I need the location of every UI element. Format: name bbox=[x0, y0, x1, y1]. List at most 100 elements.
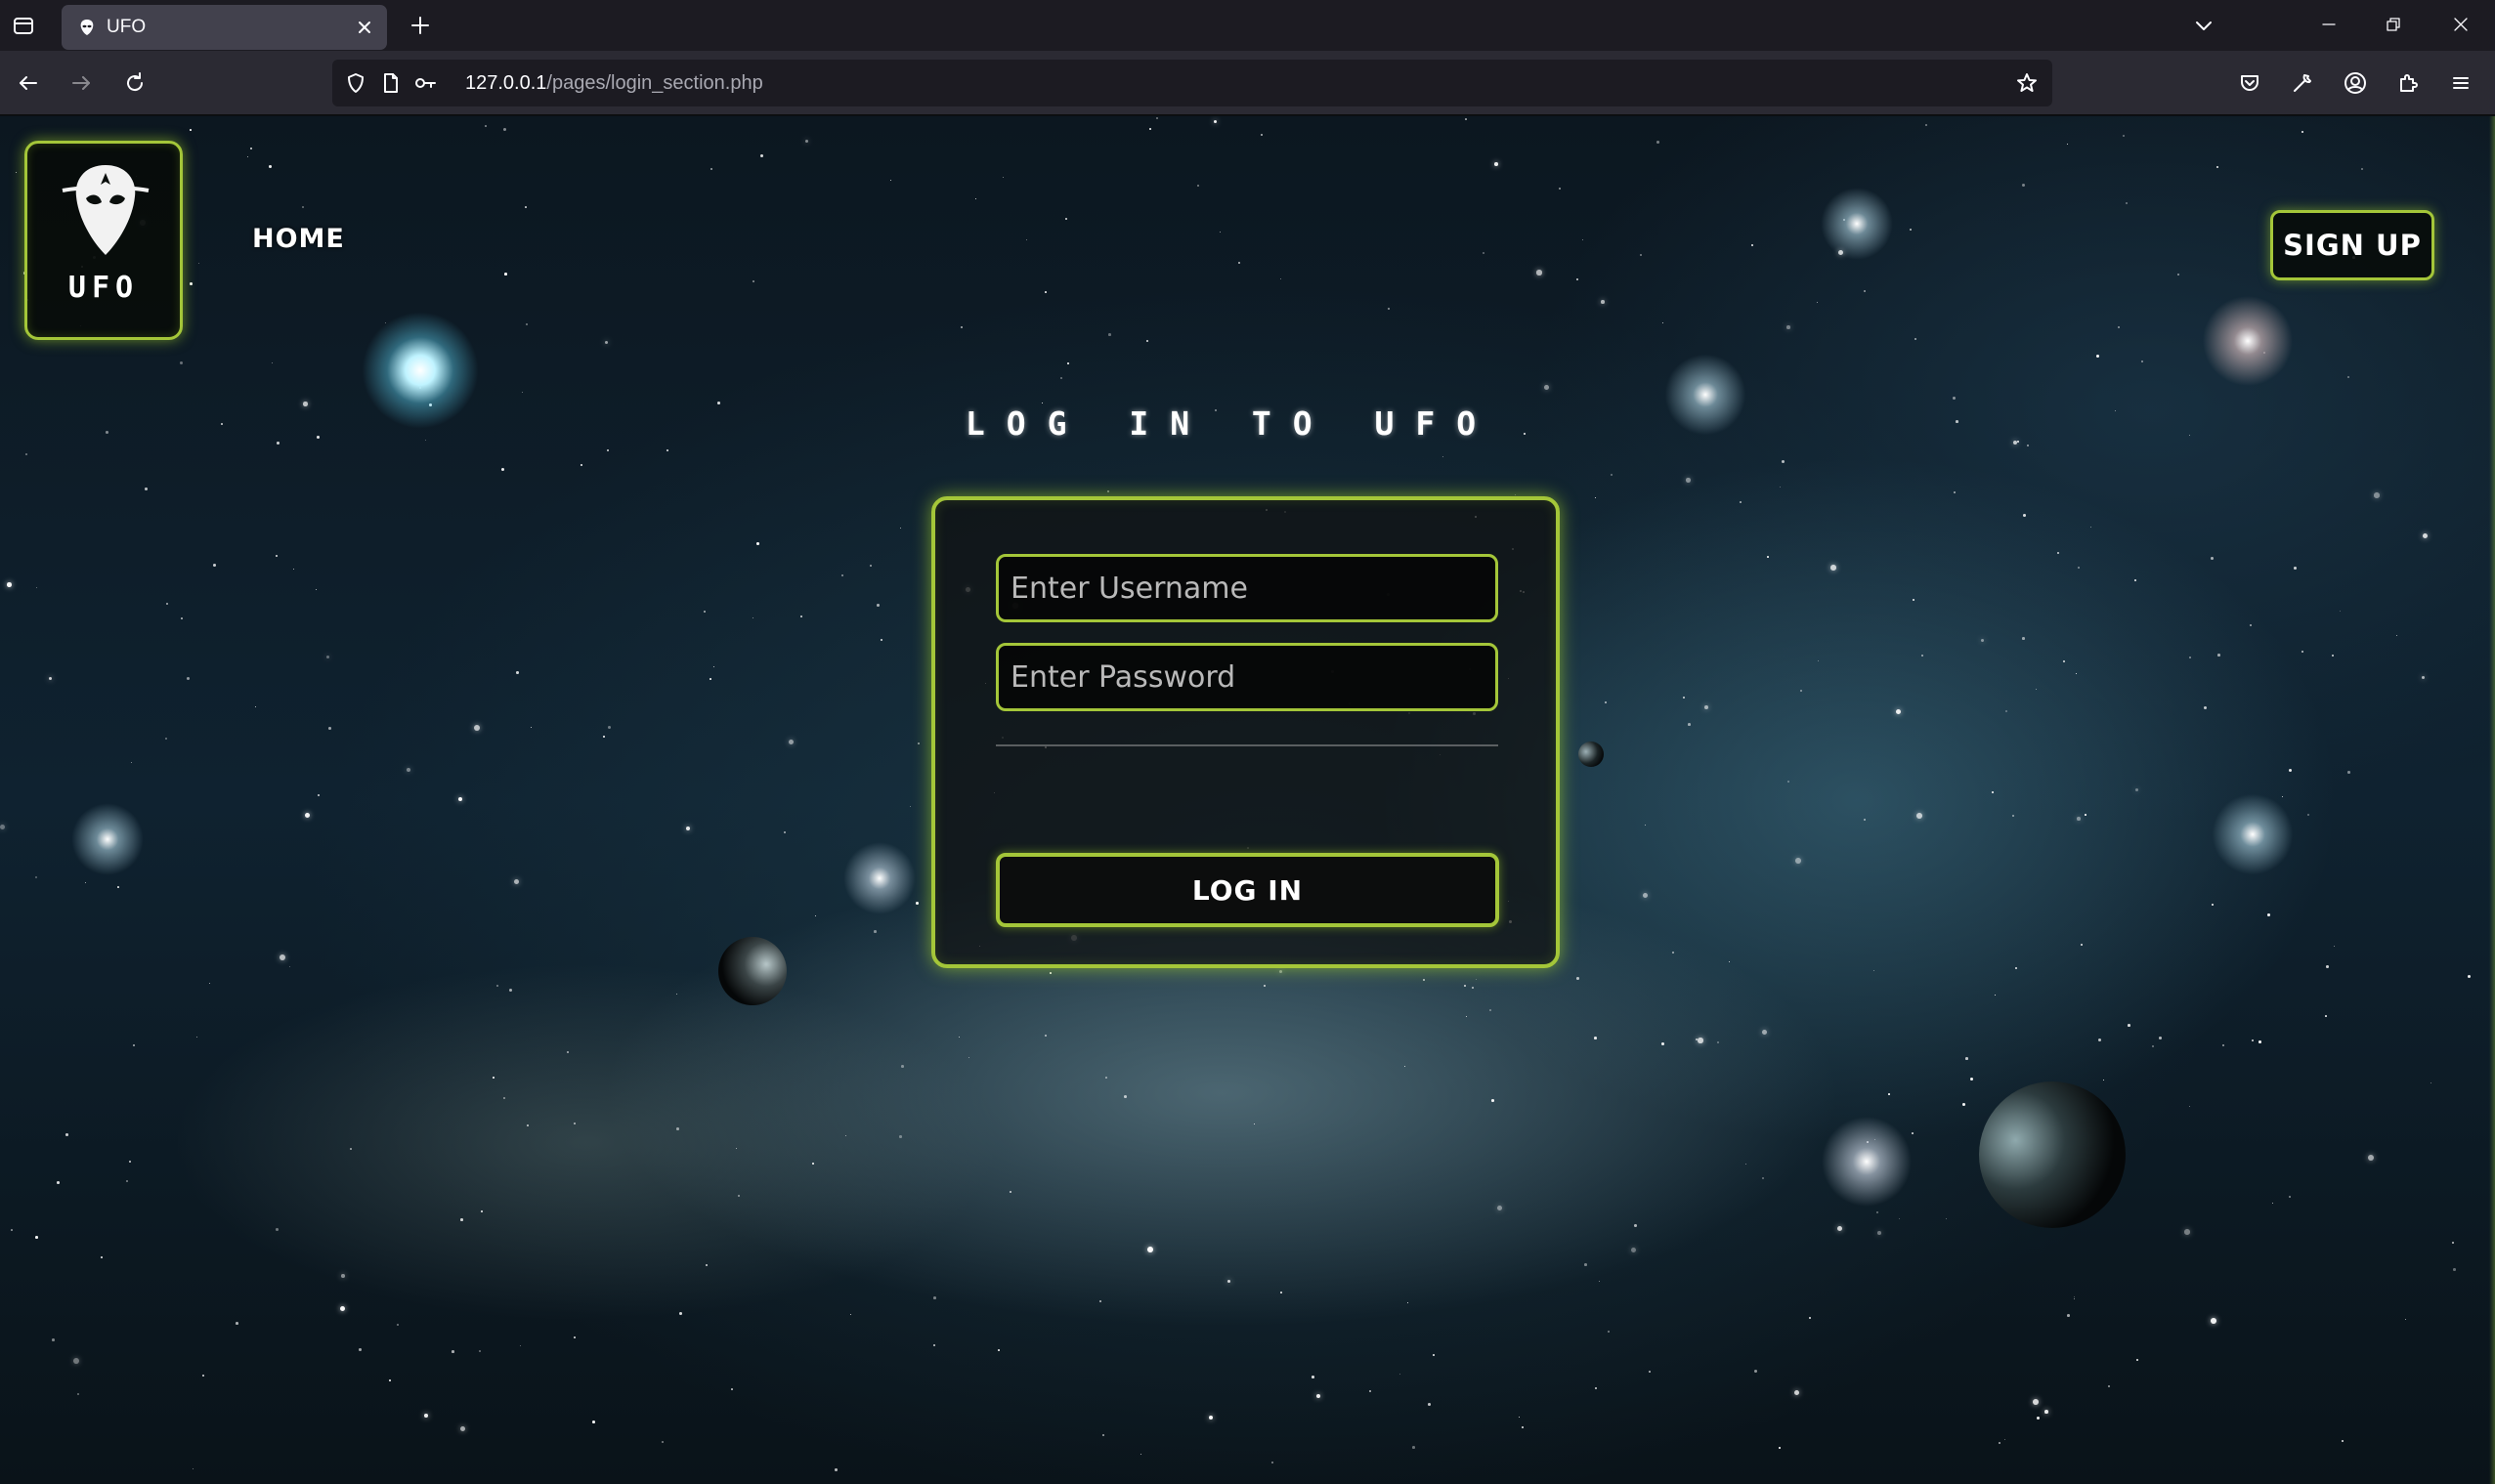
star bbox=[1800, 690, 1802, 692]
star bbox=[213, 564, 216, 567]
star bbox=[516, 671, 519, 674]
star bbox=[874, 930, 877, 933]
star bbox=[2289, 1196, 2291, 1198]
list-all-tabs-button[interactable] bbox=[2184, 8, 2223, 43]
page-viewport: UFO HOME SIGN UP LOG IN TO UFO LOG IN bbox=[0, 116, 2495, 1484]
star bbox=[676, 1127, 679, 1130]
scrollbar[interactable] bbox=[2489, 116, 2495, 1484]
star bbox=[165, 738, 168, 741]
star bbox=[662, 1441, 665, 1444]
star bbox=[1045, 1035, 1048, 1038]
star bbox=[1830, 565, 1836, 571]
password-input[interactable] bbox=[996, 643, 1498, 711]
star bbox=[605, 341, 609, 345]
sign-up-button[interactable]: SIGN UP bbox=[2270, 210, 2434, 280]
star bbox=[2258, 1040, 2261, 1043]
star bbox=[2347, 376, 2350, 379]
login-button[interactable]: LOG IN bbox=[996, 853, 1499, 927]
star bbox=[1779, 1447, 1781, 1449]
star bbox=[2289, 769, 2292, 772]
close-window-button[interactable] bbox=[2433, 0, 2488, 49]
star bbox=[890, 180, 892, 182]
star bbox=[1156, 117, 1159, 120]
star bbox=[193, 1468, 194, 1470]
star bbox=[1914, 338, 1917, 341]
star bbox=[77, 1393, 80, 1396]
star bbox=[1045, 291, 1047, 293]
star bbox=[738, 1195, 740, 1197]
star bbox=[198, 263, 200, 265]
star bbox=[1497, 1206, 1503, 1211]
star bbox=[522, 392, 524, 394]
star bbox=[1280, 1292, 1283, 1294]
star bbox=[2126, 202, 2129, 205]
star bbox=[247, 156, 249, 158]
star bbox=[302, 206, 304, 208]
star bbox=[1264, 985, 1267, 988]
star bbox=[2136, 1359, 2139, 1362]
restore-button[interactable] bbox=[2366, 0, 2421, 49]
star bbox=[1412, 1446, 1415, 1449]
bright-star bbox=[840, 839, 919, 917]
star bbox=[1649, 1371, 1651, 1373]
star bbox=[845, 1135, 846, 1136]
address-bar[interactable]: 127.0.0.1/pages/login_section.php bbox=[332, 60, 2052, 106]
new-tab-button[interactable] bbox=[403, 8, 438, 43]
star bbox=[1544, 385, 1549, 390]
star bbox=[679, 1312, 682, 1315]
browser-tab[interactable]: UFO bbox=[62, 5, 387, 50]
page-icon[interactable] bbox=[379, 71, 403, 95]
tab-list-icon[interactable] bbox=[6, 8, 41, 43]
star bbox=[2374, 492, 2380, 498]
username-input[interactable] bbox=[996, 554, 1498, 622]
star bbox=[805, 140, 809, 144]
star bbox=[1220, 232, 1222, 233]
tab-title: UFO bbox=[107, 17, 147, 37]
forward-button[interactable] bbox=[62, 64, 101, 103]
star bbox=[460, 1426, 466, 1432]
star bbox=[1280, 278, 1282, 280]
tab-close-icon[interactable] bbox=[352, 15, 377, 40]
star bbox=[35, 876, 38, 879]
star bbox=[276, 555, 279, 558]
star-icon[interactable] bbox=[2015, 71, 2039, 95]
nav-home-link[interactable]: HOME bbox=[252, 224, 345, 254]
star bbox=[736, 1148, 737, 1149]
star bbox=[1483, 252, 1485, 255]
minimize-button[interactable] bbox=[2301, 0, 2356, 49]
star bbox=[1582, 239, 1584, 241]
star bbox=[2307, 814, 2309, 816]
star bbox=[1953, 397, 1956, 400]
browser-toolbar: 127.0.0.1/pages/login_section.php bbox=[0, 51, 2495, 115]
restore-icon bbox=[2387, 18, 2400, 31]
alien-favicon-icon bbox=[77, 18, 97, 37]
hamburger-menu-icon[interactable] bbox=[2441, 64, 2480, 103]
star bbox=[2067, 144, 2069, 146]
star bbox=[181, 617, 183, 619]
star bbox=[1519, 1417, 1521, 1419]
star bbox=[1686, 478, 1691, 483]
reload-button[interactable] bbox=[115, 64, 154, 103]
star bbox=[1899, 1218, 1901, 1220]
star bbox=[1954, 491, 1956, 493]
key-icon[interactable] bbox=[414, 71, 438, 95]
star bbox=[1762, 1030, 1767, 1035]
back-button[interactable] bbox=[9, 64, 48, 103]
star bbox=[2118, 326, 2120, 328]
star bbox=[2063, 660, 2066, 663]
star bbox=[1683, 697, 1686, 700]
star bbox=[1108, 333, 1111, 336]
ufo-logo[interactable]: UFO bbox=[24, 141, 183, 340]
pocket-icon[interactable] bbox=[2230, 64, 2269, 103]
account-icon[interactable] bbox=[2336, 64, 2375, 103]
star bbox=[2452, 1242, 2455, 1245]
wrench-icon[interactable] bbox=[2283, 64, 2322, 103]
star bbox=[1146, 340, 1149, 343]
star bbox=[1140, 1454, 1142, 1456]
shield-icon[interactable] bbox=[344, 71, 367, 95]
planet bbox=[1578, 742, 1604, 767]
puzzle-icon[interactable] bbox=[2388, 64, 2428, 103]
star bbox=[503, 1097, 506, 1100]
bright-star bbox=[1661, 351, 1749, 439]
url-text[interactable]: 127.0.0.1/pages/login_section.php bbox=[465, 72, 763, 95]
